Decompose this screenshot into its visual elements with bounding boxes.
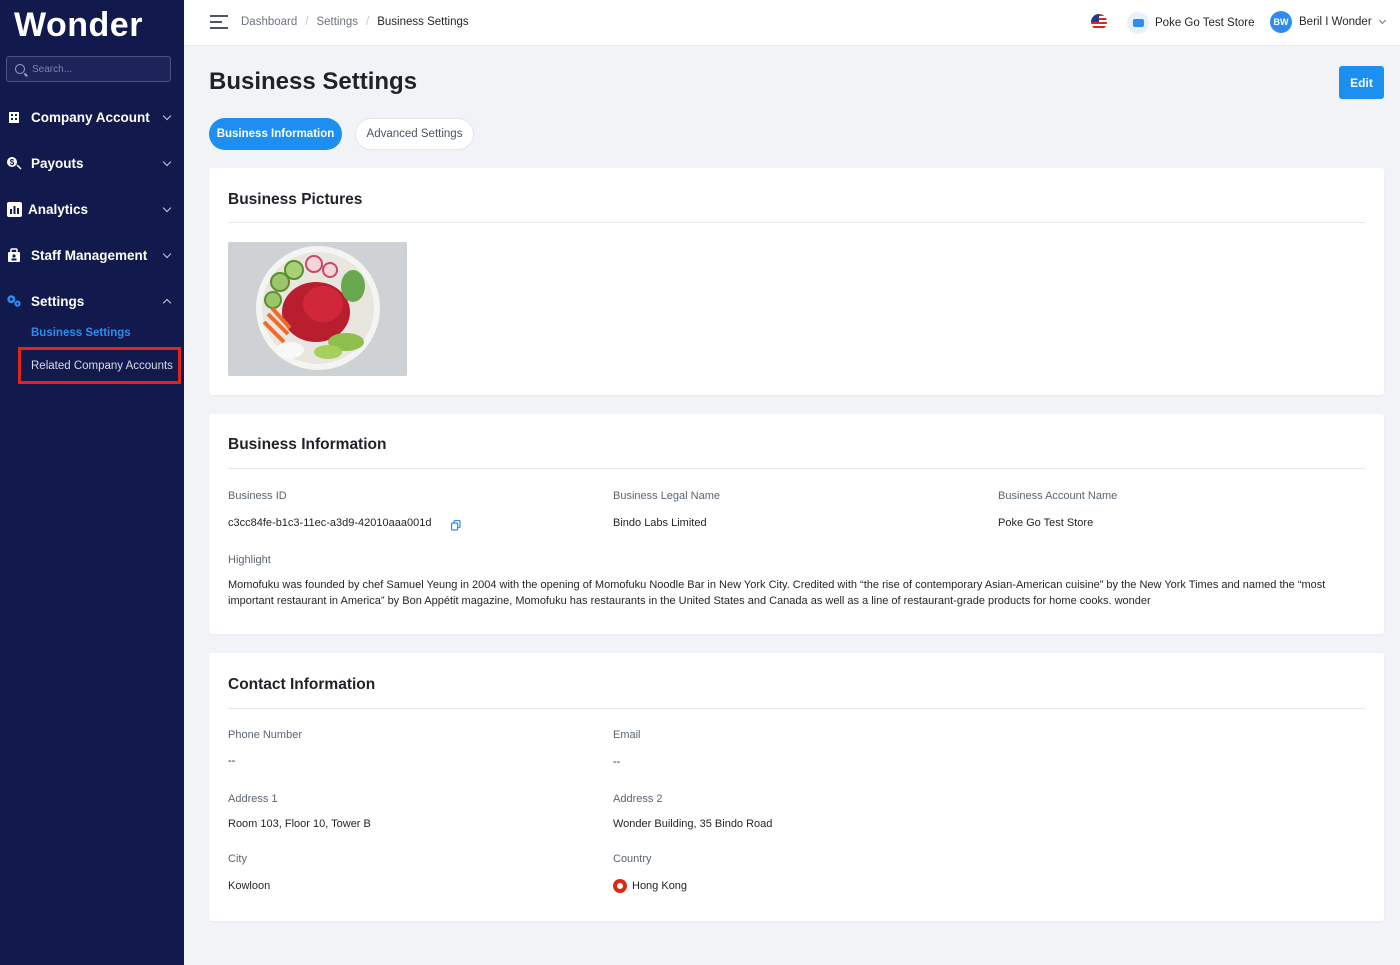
sidebar-item-company-account[interactable]: Company Account [0, 99, 184, 135]
account-name-value: Poke Go Test Store [998, 517, 1094, 529]
tab-business-information[interactable]: Business Information [209, 118, 342, 150]
gears-icon [6, 293, 22, 309]
account-name-label: Business Account Name [998, 490, 1118, 502]
staff-icon [6, 247, 22, 263]
copy-icon[interactable] [451, 518, 461, 531]
phone-value: -- [228, 755, 236, 767]
address2-value: Wonder Building, 35 Bindo Road [613, 818, 773, 830]
user-name: Beril I Wonder [1299, 16, 1372, 28]
divider [228, 222, 1365, 223]
business-picture[interactable] [228, 242, 407, 376]
country-value: Hong Kong [613, 879, 687, 893]
card-title: Contact Information [228, 676, 376, 693]
user-menu[interactable]: BW Beril I Wonder [1270, 11, 1386, 33]
card-title: Business Information [228, 436, 387, 453]
svg-text:$: $ [10, 158, 15, 167]
divider [228, 708, 1365, 709]
address1-value: Room 103, Floor 10, Tower B [228, 818, 371, 830]
us-flag-icon[interactable] [1091, 14, 1107, 30]
highlight-label: Highlight [228, 554, 271, 566]
chevron-down-icon [162, 111, 172, 121]
chart-icon [6, 201, 22, 217]
card-title: Business Pictures [228, 191, 363, 208]
avatar: BW [1270, 11, 1292, 33]
business-pictures-card: Business Pictures [209, 168, 1384, 395]
tab-advanced-settings[interactable]: Advanced Settings [355, 118, 474, 150]
business-id-label: Business ID [228, 490, 287, 502]
sidebar-subitem-related-company-accounts[interactable]: Related Company Accounts [18, 347, 181, 384]
sidebar-item-staff-management[interactable]: Staff Management [0, 237, 184, 273]
chevron-down-icon [162, 203, 172, 213]
chevron-up-icon [162, 298, 172, 308]
city-label: City [228, 853, 247, 865]
business-id-value: c3cc84fe-b1c3-11ec-a3d9-42010aaa001d [228, 517, 432, 529]
business-information-card: Business Information Business ID c3cc84f… [209, 414, 1384, 634]
chevron-down-icon [162, 157, 172, 167]
wonder-logo[interactable]: Wonder [14, 6, 143, 45]
country-name: Hong Kong [632, 879, 688, 892]
store-icon [1127, 12, 1149, 34]
search-box[interactable] [6, 56, 171, 82]
legal-name-value: Bindo Labs Limited [613, 517, 707, 529]
store-name: Poke Go Test Store [1155, 17, 1255, 29]
sidebar-item-label: Settings [31, 293, 85, 309]
sidebar-item-label: Payouts [31, 155, 84, 171]
sidebar-item-payouts[interactable]: $ Payouts [0, 145, 184, 181]
chevron-down-icon [162, 249, 172, 259]
address2-label: Address 2 [613, 793, 663, 805]
divider [228, 468, 1365, 469]
page-title: Business Settings [209, 68, 418, 95]
sidebar-subitem-label: Related Company Accounts [31, 359, 173, 372]
payout-icon: $ [6, 155, 22, 171]
breadcrumb-current: Business Settings [377, 16, 469, 28]
phone-label: Phone Number [228, 729, 302, 741]
search-input[interactable] [32, 63, 162, 75]
top-bar: Dashboard / Settings / Business Settings… [184, 0, 1400, 46]
legal-name-label: Business Legal Name [613, 490, 721, 502]
breadcrumb-settings[interactable]: Settings [316, 16, 358, 28]
highlight-text: Momofuku was founded by chef Samuel Yeun… [228, 579, 1326, 607]
address1-label: Address 1 [228, 793, 278, 805]
edit-button[interactable]: Edit [1339, 66, 1384, 99]
email-label: Email [613, 729, 641, 741]
sidebar-subitem-business-settings[interactable]: Business Settings [31, 327, 131, 339]
sidebar-item-analytics[interactable]: Analytics [0, 191, 184, 227]
store-switcher[interactable]: Poke Go Test Store [1127, 12, 1255, 34]
breadcrumb: Dashboard / Settings / Business Settings [241, 16, 469, 28]
chevron-down-icon [1378, 16, 1386, 25]
sidebar-item-label: Company Account [31, 109, 150, 125]
email-value: -- [613, 756, 621, 768]
breadcrumb-dashboard[interactable]: Dashboard [241, 16, 297, 28]
breadcrumb-separator: / [366, 16, 370, 28]
search-icon [15, 64, 25, 74]
city-value: Kowloon [228, 880, 271, 892]
breadcrumb-separator: / [305, 16, 309, 28]
hong-kong-flag-icon [613, 879, 627, 893]
building-icon [6, 109, 22, 125]
country-label: Country [613, 853, 652, 865]
sidebar-item-label: Analytics [28, 201, 89, 217]
menu-toggle-icon[interactable] [210, 15, 228, 29]
sidebar-item-settings[interactable]: Settings [0, 283, 184, 319]
contact-information-card: Contact Information Phone Number -- Emai… [209, 653, 1384, 921]
sidebar: Wonder Company Account $ Payouts Analyti… [0, 0, 184, 965]
sidebar-item-label: Staff Management [31, 247, 148, 263]
